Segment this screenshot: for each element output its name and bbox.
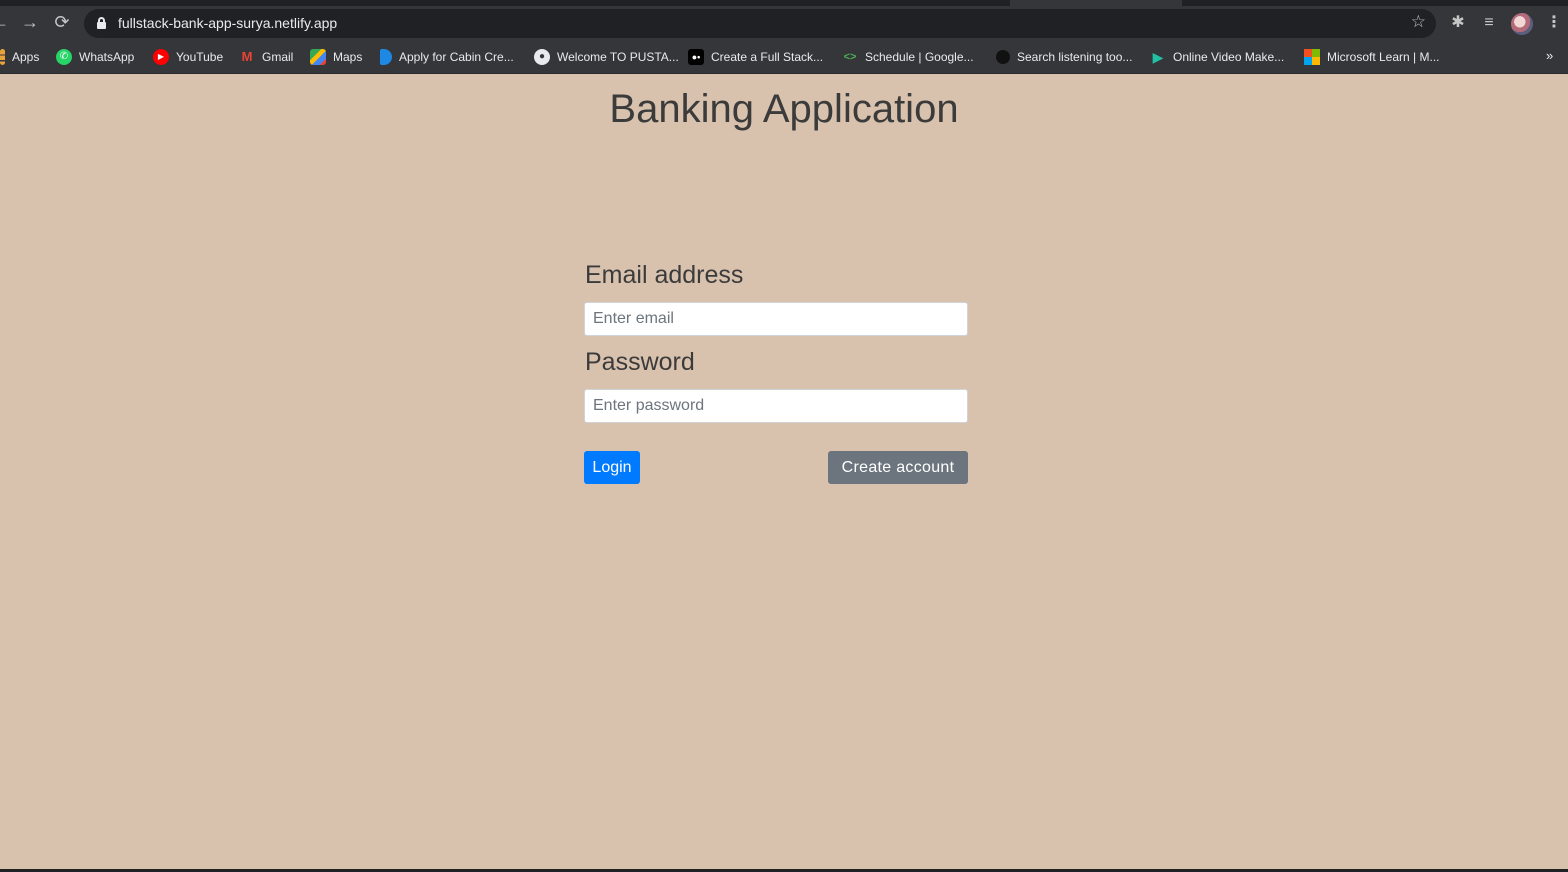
- avatar[interactable]: [1511, 13, 1533, 35]
- globe-icon: ●: [534, 49, 550, 65]
- password-label: Password: [585, 348, 695, 376]
- bookmark-label: Create a Full Stack...: [711, 50, 824, 64]
- bookmark-pustak[interactable]: ● Welcome TO PUSTA...: [534, 48, 679, 66]
- create-account-button[interactable]: Create account: [828, 451, 968, 484]
- browser-toolbar: ← → ⟳ fullstack-bank-app-surya.netlify.a…: [0, 6, 1568, 41]
- media-control-icon[interactable]: ≡: [1478, 12, 1500, 34]
- bookmarks-overflow-icon[interactable]: »: [1546, 48, 1553, 63]
- bookmark-label: Schedule | Google...: [865, 50, 974, 64]
- bookmark-youtube[interactable]: ▶ YouTube: [153, 48, 223, 66]
- email-label: Email address: [585, 261, 744, 289]
- bookmark-apps[interactable]: Apps: [0, 48, 39, 66]
- url-text[interactable]: fullstack-bank-app-surya.netlify.app: [118, 15, 337, 31]
- email-field[interactable]: [584, 302, 968, 336]
- bookmark-label: YouTube: [176, 50, 224, 64]
- back-icon[interactable]: ←: [0, 8, 14, 36]
- bookmark-label: Maps: [333, 50, 363, 64]
- maps-icon: [310, 49, 326, 65]
- medium-icon: ●•: [688, 49, 704, 65]
- page-title: Banking Application: [609, 87, 959, 131]
- google-dev-icon: <>: [843, 51, 857, 63]
- bookmark-search-listening[interactable]: Search listening too...: [996, 48, 1132, 66]
- answer-icon: [996, 50, 1010, 64]
- forward-icon[interactable]: →: [16, 8, 44, 36]
- bookmark-schedule[interactable]: <> Schedule | Google...: [842, 48, 974, 66]
- bookmark-maps[interactable]: Maps: [310, 48, 362, 66]
- lock-icon[interactable]: [97, 17, 106, 29]
- bookmark-full-stack[interactable]: ●• Create a Full Stack...: [688, 48, 823, 66]
- bookmark-star-icon[interactable]: ☆: [1411, 12, 1426, 32]
- bookmark-label: Apps: [12, 50, 40, 64]
- play-icon: ▶: [1152, 49, 1164, 65]
- apps-grid-icon: [0, 49, 5, 65]
- address-bar[interactable]: fullstack-bank-app-surya.netlify.app ☆: [84, 9, 1436, 38]
- bookmarks-bar: Apps ✆ WhatsApp ▶ YouTube M Gmail Maps A…: [0, 41, 1568, 74]
- page-content: Banking Application Email address Passwo…: [0, 75, 1568, 869]
- extensions-icon[interactable]: ✱: [1447, 12, 1469, 34]
- bookmark-label: Online Video Make...: [1173, 50, 1285, 64]
- reload-icon[interactable]: ⟳: [48, 8, 76, 36]
- login-form: Email address Password Login Create acco…: [584, 261, 968, 484]
- gmail-icon: M: [241, 49, 253, 64]
- bookmark-label: Apply for Cabin Cre...: [399, 50, 514, 64]
- youtube-icon: ▶: [153, 49, 169, 65]
- bookmark-label: WhatsApp: [79, 50, 135, 64]
- bookmark-label: Search listening too...: [1017, 50, 1133, 64]
- bookmark-whatsapp[interactable]: ✆ WhatsApp: [56, 48, 134, 66]
- login-button[interactable]: Login: [584, 451, 640, 484]
- whatsapp-icon: ✆: [56, 49, 72, 65]
- bookmark-gmail[interactable]: M Gmail: [239, 48, 294, 66]
- bookmark-video-maker[interactable]: ▶ Online Video Make...: [1150, 48, 1285, 66]
- bookmark-cabin-crew[interactable]: Apply for Cabin Cre...: [380, 48, 514, 66]
- microsoft-icon: [1304, 49, 1320, 65]
- page-icon: [380, 49, 392, 65]
- bookmark-label: Gmail: [262, 50, 294, 64]
- password-field[interactable]: [584, 389, 968, 423]
- bookmark-microsoft-learn[interactable]: Microsoft Learn | M...: [1304, 48, 1439, 66]
- bookmark-label: Welcome TO PUSTA...: [557, 50, 679, 64]
- bookmark-label: Microsoft Learn | M...: [1327, 50, 1440, 64]
- menu-kebab-icon[interactable]: ⋮: [1543, 12, 1565, 34]
